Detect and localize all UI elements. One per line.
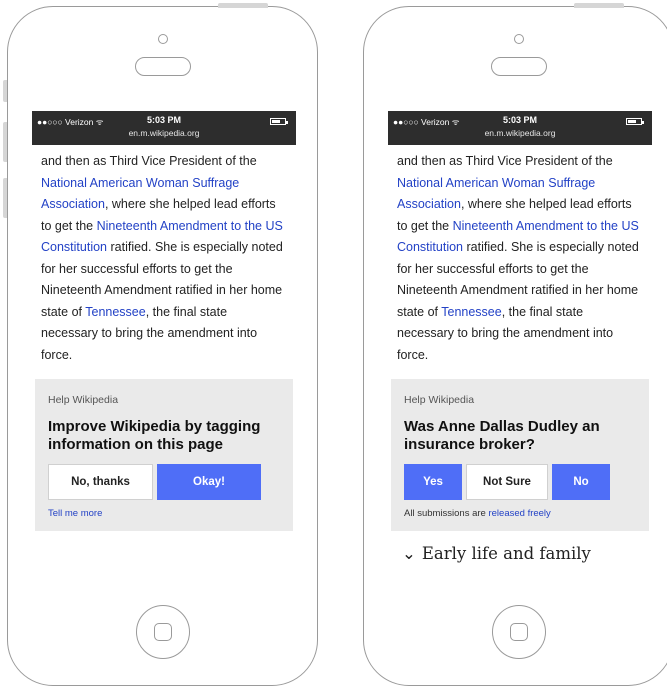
- screen: ●●○○○ Verizon ᯤ 5:03 PM en.m.wikipedia.o…: [32, 111, 296, 598]
- released-freely-link[interactable]: released freely: [488, 508, 550, 519]
- camera-icon: [514, 34, 524, 44]
- phone-right: ●●○○○ Verizon ᯤ 5:03 PM en.m.wikipedia.o…: [363, 3, 667, 686]
- chevron-down-icon: ⌄: [402, 544, 416, 563]
- home-button[interactable]: [492, 605, 546, 659]
- submissions-note-text: All submissions are: [404, 508, 489, 519]
- link-tennessee[interactable]: Tennessee: [441, 305, 501, 319]
- volume-down-button: [3, 178, 7, 218]
- url-bar[interactable]: en.m.wikipedia.org: [32, 128, 296, 138]
- article-text-segment: and then as Third Vice President of the: [397, 154, 613, 168]
- card-question: Was Anne Dallas Dudley an insurance brok…: [404, 418, 600, 453]
- screen: ●●○○○ Verizon ᯤ 5:03 PM en.m.wikipedia.o…: [388, 111, 652, 598]
- card-actions: No, thanks Okay!: [48, 464, 280, 500]
- section-early-life[interactable]: ⌄ Early life and family: [402, 544, 652, 563]
- battery-icon: [270, 118, 288, 125]
- tell-me-more-label[interactable]: Tell me more: [48, 508, 102, 519]
- card-kicker: Help Wikipedia: [48, 394, 119, 406]
- home-button[interactable]: [136, 605, 190, 659]
- article-text: and then as Third Vice President of the …: [388, 145, 652, 366]
- battery-icon: [626, 118, 644, 125]
- status-bar: ●●○○○ Verizon ᯤ 5:03 PM en.m.wikipedia.o…: [388, 111, 652, 145]
- power-button: [218, 3, 268, 8]
- not-sure-button[interactable]: Not Sure: [466, 464, 548, 500]
- url-bar[interactable]: en.m.wikipedia.org: [388, 128, 652, 138]
- tell-me-more-link[interactable]: Tell me more: [48, 508, 280, 519]
- home-square-icon: [510, 623, 528, 641]
- card-title: Improve Wikipedia by tagging information…: [48, 418, 261, 453]
- no-thanks-button[interactable]: No, thanks: [48, 464, 153, 500]
- camera-icon: [158, 34, 168, 44]
- article-text-segment: and then as Third Vice President of the: [41, 154, 257, 168]
- submissions-note: All submissions are released freely: [404, 508, 636, 519]
- volume-up-button: [3, 122, 7, 162]
- phone-left: ●●○○○ Verizon ᯤ 5:03 PM en.m.wikipedia.o…: [3, 3, 318, 686]
- link-tennessee[interactable]: Tennessee: [85, 305, 145, 319]
- clock: 5:03 PM: [502, 115, 537, 125]
- article-text: and then as Third Vice President of the …: [32, 145, 296, 366]
- yes-button[interactable]: Yes: [404, 464, 462, 500]
- status-bar: ●●○○○ Verizon ᯤ 5:03 PM en.m.wikipedia.o…: [32, 111, 296, 145]
- no-button[interactable]: No: [552, 464, 610, 500]
- mute-switch: [3, 80, 7, 102]
- card-actions: Yes Not Sure No: [404, 464, 636, 500]
- question-card: Help Wikipedia Was Anne Dallas Dudley an…: [391, 379, 649, 531]
- speaker-grille: [135, 57, 191, 76]
- okay-button[interactable]: Okay!: [157, 464, 261, 500]
- clock: 5:03 PM: [146, 115, 181, 125]
- home-square-icon: [154, 623, 172, 641]
- section-heading: Early life and family: [421, 544, 591, 563]
- power-button: [574, 3, 624, 8]
- speaker-grille: [491, 57, 547, 76]
- card-kicker: Help Wikipedia: [404, 394, 475, 406]
- help-wikipedia-card: Help Wikipedia Improve Wikipedia by tagg…: [35, 379, 293, 531]
